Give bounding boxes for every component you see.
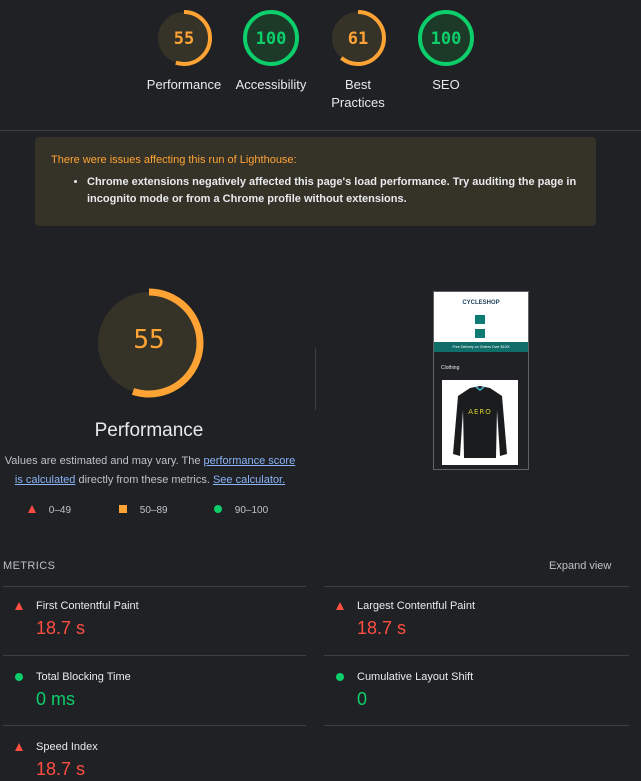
warning-item: Chrome extensions negatively affected th… [87, 174, 580, 208]
square-average-icon [119, 505, 127, 513]
legend-pass: 90–100 [214, 505, 268, 516]
metric-title: Largest Contentful Paint [357, 600, 476, 612]
metric-title: First Contentful Paint [36, 600, 139, 612]
jersey-text: AERO [468, 408, 492, 416]
performance-score: 55 [133, 325, 165, 355]
gauge-score: 55 [173, 29, 195, 49]
final-screenshot[interactable]: CYCLESHOP Free Delivery on Orders Over $… [433, 291, 529, 470]
gauge-score: 100 [430, 29, 462, 49]
metric-value: 18.7 s [36, 618, 86, 638]
metrics-header: METRICS Expand view [0, 560, 641, 574]
screenshot-cart-button [475, 329, 485, 338]
gauge-label: Accessibility [235, 77, 307, 92]
expand-view-toggle[interactable]: Expand view [549, 560, 611, 572]
circle-pass-icon [336, 673, 344, 681]
gauge-performance[interactable]: 55 Performance [139, 8, 229, 94]
triangle-fail-icon [15, 743, 23, 751]
gauge-label: Performance [146, 77, 222, 92]
metrics-divider [324, 655, 629, 656]
metric-largest-contentful-paint[interactable]: Largest Contentful Paint 18.7 s [324, 600, 614, 650]
metric-value: 18.7 s [36, 759, 86, 779]
gauge-score: 100 [255, 29, 287, 49]
screenshot-menu-button [475, 315, 485, 324]
screenshot-product-card: AERO [442, 380, 518, 465]
metrics-divider [324, 725, 629, 726]
gauge-label: SEO [432, 77, 460, 92]
triangle-fail-icon [15, 602, 23, 610]
metrics-divider [3, 725, 306, 726]
performance-title: Performance [94, 420, 204, 441]
vertical-divider [315, 348, 316, 410]
warning-title: There were issues affecting this run of … [51, 154, 297, 166]
calculator-link[interactable]: See calculator. [213, 474, 285, 486]
legend-fail: 0–49 [28, 505, 71, 516]
metric-title: Total Blocking Time [36, 671, 131, 683]
gauge-score: 61 [347, 29, 369, 49]
metrics-divider [324, 586, 629, 587]
metric-cumulative-layout-shift[interactable]: Cumulative Layout Shift 0 [324, 671, 614, 721]
gauge-seo[interactable]: 100 SEO [401, 8, 491, 94]
triangle-fail-icon [336, 602, 344, 610]
metrics-heading: METRICS [3, 560, 56, 572]
desc-middle: directly from these metrics. [75, 474, 213, 486]
screenshot-category: Clothing [441, 365, 460, 371]
metric-value: 18.7 s [357, 618, 407, 638]
legend-average-range: 50–89 [139, 505, 168, 516]
performance-gauge: 55 [94, 288, 204, 398]
gauge-best-practices[interactable]: 61 Best Practices [313, 8, 403, 112]
legend-pass-range: 90–100 [234, 505, 269, 516]
performance-description: Values are estimated and may vary. The p… [4, 452, 296, 490]
circle-pass-icon [214, 505, 222, 513]
category-gauges: 55 Performance 100 Accessibility 61 Best… [0, 0, 641, 131]
desc-prefix: Values are estimated and may vary. The [4, 455, 204, 467]
jersey-image: AERO [453, 386, 507, 458]
gauge-label: Best Practices [331, 77, 385, 110]
legend-average: 50–89 [119, 505, 168, 516]
metric-title: Cumulative Layout Shift [357, 671, 474, 683]
metric-total-blocking-time[interactable]: Total Blocking Time 0 ms [3, 671, 293, 721]
warning-list: Chrome extensions negatively affected th… [51, 174, 580, 208]
metric-speed-index[interactable]: Speed Index 18.7 s [3, 741, 293, 781]
triangle-fail-icon [28, 505, 36, 513]
metrics-divider [3, 655, 306, 656]
gauge-accessibility[interactable]: 100 Accessibility [226, 8, 316, 94]
screenshot-banner: Free Delivery on Orders Over $100! [434, 342, 528, 352]
metric-title: Speed Index [36, 741, 98, 753]
metric-value: 0 ms [36, 689, 76, 709]
score-legend: 0–49 50–89 90–100 [0, 505, 298, 519]
warning-box: There were issues affecting this run of … [35, 137, 596, 226]
metric-first-contentful-paint[interactable]: First Contentful Paint 18.7 s [3, 600, 293, 650]
metrics-divider [3, 586, 306, 587]
legend-fail-range: 0–49 [48, 505, 72, 516]
circle-pass-icon [15, 673, 23, 681]
screenshot-brand: CYCLESHOP [462, 300, 500, 306]
metric-value: 0 [357, 689, 368, 709]
